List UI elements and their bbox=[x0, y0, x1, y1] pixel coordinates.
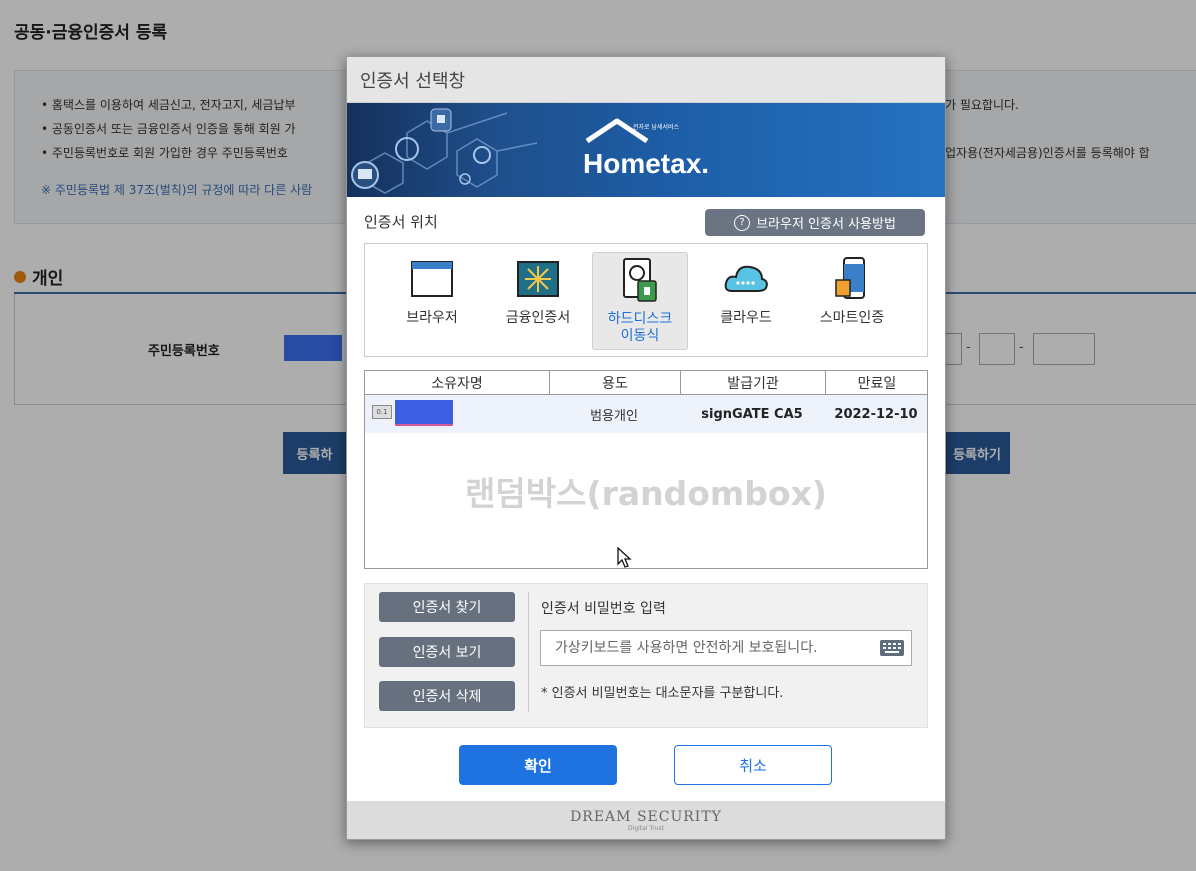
help-button-label: 브라우저 인증서 사용방법 bbox=[756, 217, 896, 232]
dream-security-logo: DREAM SECURITY bbox=[570, 808, 722, 825]
password-input[interactable] bbox=[540, 630, 912, 666]
cancel-button[interactable]: 취소 bbox=[674, 745, 832, 785]
svg-text:Hometax.: Hometax. bbox=[583, 148, 709, 179]
issuer-cell: signGATE CA5 bbox=[701, 406, 803, 422]
location-label: 브라우저 bbox=[406, 310, 458, 326]
cert-location-options: 브라우저 금융인증서 하드디스크 이동식 클라우드 스마트인증 bbox=[364, 243, 928, 357]
cert-actions-panel: 인증서 찾기 인증서 보기 인증서 삭제 인증서 비밀번호 입력 * 인증서 비… bbox=[364, 583, 928, 728]
dialog-title: 인증서 선택창 bbox=[347, 57, 945, 103]
location-financial-cert[interactable]: 금융인증서 bbox=[491, 252, 585, 348]
location-smart-cert[interactable]: 스마트인증 bbox=[805, 252, 899, 348]
cert-list-table: 소유자명 용도 발급기관 만료일 0.1 범용개인 signGATE CA5 2… bbox=[364, 370, 928, 569]
table-row[interactable]: 0.1 범용개인 signGATE CA5 2022-12-10 bbox=[365, 395, 927, 433]
password-label: 인증서 비밀번호 입력 bbox=[541, 601, 666, 617]
svg-text:전자로 납세서비스: 전자로 납세서비스 bbox=[633, 123, 680, 131]
column-header-expiry: 만료일 bbox=[825, 371, 928, 395]
harddisk-icon bbox=[623, 258, 657, 302]
virtual-keyboard-icon[interactable] bbox=[880, 640, 904, 656]
mouse-cursor-icon bbox=[617, 547, 632, 568]
cert-select-dialog: 인증서 선택창 Hometax. 전자로 납세서비스 인증서 위치 ? 브라우저… bbox=[346, 56, 946, 840]
financial-cert-icon bbox=[517, 261, 559, 297]
hometax-logo: Hometax. 전자로 납세서비스 bbox=[583, 118, 709, 179]
browser-icon bbox=[411, 261, 453, 297]
delete-cert-button[interactable]: 인증서 삭제 bbox=[379, 681, 515, 711]
usage-cell: 범용개인 bbox=[590, 408, 638, 424]
divider bbox=[528, 592, 529, 712]
question-icon: ? bbox=[734, 214, 751, 231]
hometax-banner: Hometax. 전자로 납세서비스 bbox=[347, 103, 945, 197]
view-cert-button[interactable]: 인증서 보기 bbox=[379, 637, 515, 667]
location-label: 금융인증서 bbox=[505, 310, 571, 326]
cloud-icon bbox=[724, 265, 768, 292]
location-browser[interactable]: 브라우저 bbox=[385, 252, 479, 348]
owner-name-redacted bbox=[395, 400, 453, 426]
certificate-icon: 0.1 bbox=[372, 405, 392, 419]
find-cert-button[interactable]: 인증서 찾기 bbox=[379, 592, 515, 622]
cert-location-label: 인증서 위치 bbox=[364, 213, 438, 231]
location-harddisk[interactable]: 하드디스크 이동식 bbox=[592, 252, 688, 350]
footer-tagline: Digital Trust bbox=[628, 824, 664, 832]
column-header-issuer: 발급기관 bbox=[680, 371, 825, 395]
dialog-footer: DREAM SECURITY Digital Trust bbox=[347, 801, 945, 839]
location-label: 클라우드 bbox=[720, 310, 772, 326]
expiry-cell: 2022-12-10 bbox=[834, 406, 918, 422]
password-case-note: * 인증서 비밀번호는 대소문자를 구분합니다. bbox=[541, 686, 784, 701]
location-cloud[interactable]: 클라우드 bbox=[699, 252, 793, 348]
browser-cert-help-button[interactable]: ? 브라우저 인증서 사용방법 bbox=[705, 209, 925, 236]
column-header-usage: 용도 bbox=[549, 371, 680, 395]
confirm-button[interactable]: 확인 bbox=[459, 745, 617, 785]
watermark-text: 랜덤박스(randombox) bbox=[465, 474, 827, 513]
location-label: 하드디스크 이동식 bbox=[607, 311, 673, 344]
location-label: 스마트인증 bbox=[819, 310, 885, 326]
smart-cert-icon bbox=[835, 257, 865, 299]
column-header-owner: 소유자명 bbox=[365, 371, 549, 395]
